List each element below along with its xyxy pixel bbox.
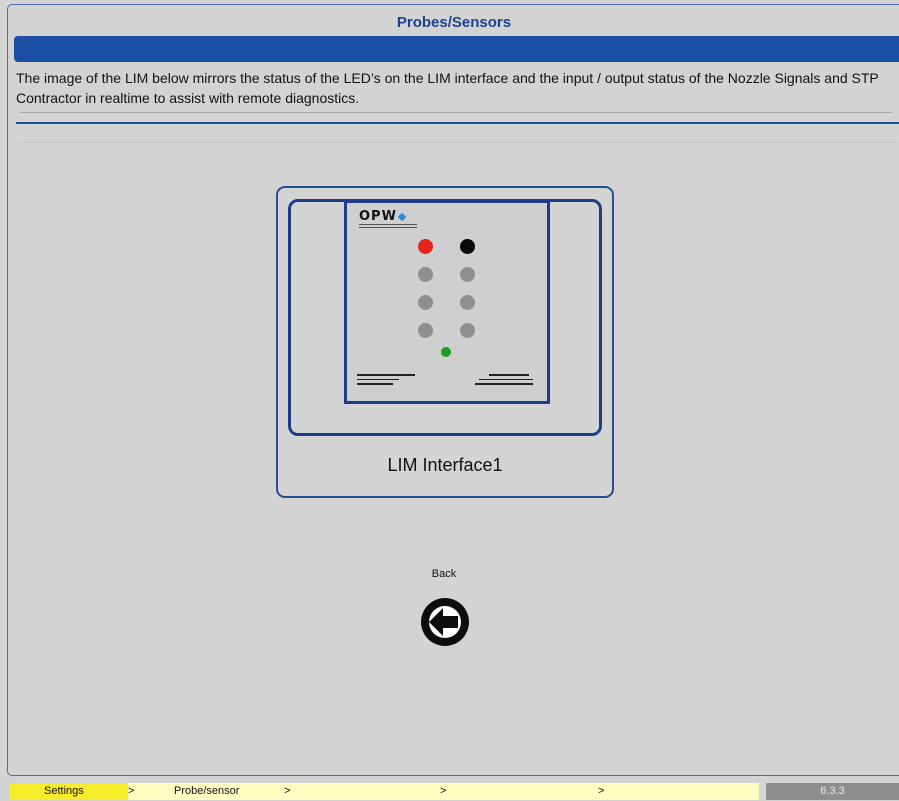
led-gray (418, 323, 433, 338)
lim-label: LIM Interface1 (387, 455, 503, 475)
lim-device-panel: OPW (344, 200, 550, 404)
breadcrumb-item-settings[interactable]: Settings (44, 785, 84, 797)
back-button[interactable] (416, 597, 474, 647)
opw-logo-text: OPW (359, 209, 397, 224)
title-bar (14, 36, 899, 62)
version-badge: 6.3.3 (766, 783, 899, 800)
blue-divider (16, 122, 899, 124)
footer: Settings > Probe/sensor > > > 6.3.3 (0, 780, 899, 801)
led-gray (418, 295, 433, 310)
breadcrumb-item-probe-sensor[interactable]: Probe/sensor (174, 785, 239, 797)
right-lines (475, 374, 533, 388)
opw-logo: OPW (359, 209, 407, 224)
breadcrumb: Settings > Probe/sensor > > > (10, 783, 759, 800)
led-black (460, 239, 475, 254)
breadcrumb-separator: > (598, 785, 605, 797)
breadcrumb-separator: > (284, 785, 291, 797)
left-lines (357, 374, 415, 388)
page-title: Probes/Sensors (396, 14, 512, 31)
logo-tagline (359, 224, 417, 228)
led-gray (460, 295, 475, 310)
led-gray (460, 267, 475, 282)
power-led (441, 347, 451, 357)
lim-interface-card[interactable]: OPW LIM Interface1 (276, 186, 614, 498)
back-label: Back (431, 568, 457, 580)
led-gray (418, 267, 433, 282)
divider (20, 112, 892, 113)
led-gray (460, 323, 475, 338)
arrow-left-circle-icon (421, 598, 469, 646)
page-description: The image of the LIM below mirrors the s… (16, 70, 879, 106)
opw-diamond-icon (397, 212, 407, 221)
breadcrumb-separator: > (128, 785, 135, 797)
led-red (418, 239, 433, 254)
lim-device-frame: OPW (288, 199, 602, 436)
faint-divider (18, 142, 898, 143)
breadcrumb-separator: > (440, 785, 447, 797)
